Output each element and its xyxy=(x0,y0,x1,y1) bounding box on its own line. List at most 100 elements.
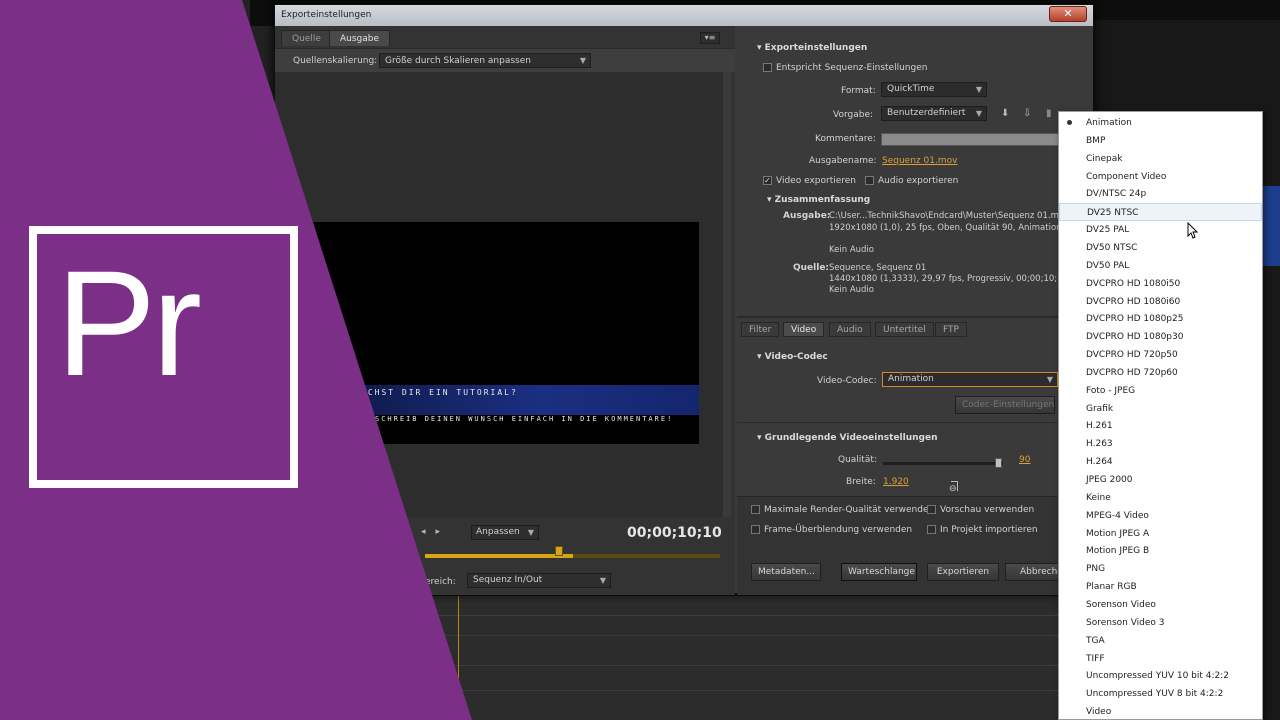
format-label: Format: xyxy=(841,86,876,96)
range-select-value: Sequenz In/Out xyxy=(473,575,543,585)
chevron-down-icon: ▼ xyxy=(975,109,982,118)
match-sequence-checkbox[interactable]: Entspricht Sequenz-Einstellungen xyxy=(763,63,927,73)
codec-select[interactable]: Animation ▼ xyxy=(882,372,1058,387)
codec-option[interactable]: Planar RGB xyxy=(1059,578,1262,596)
codec-option[interactable]: Component Video xyxy=(1059,168,1262,186)
codec-option[interactable]: DVCPRO HD 1080p30 xyxy=(1059,328,1262,346)
panel-menu-icon[interactable]: ▾≡ xyxy=(700,32,720,44)
export-button[interactable]: Exportieren xyxy=(927,563,999,581)
delete-preset-icon[interactable]: ▮ xyxy=(1046,108,1052,119)
quality-slider-track[interactable] xyxy=(883,462,1003,465)
export-section-title[interactable]: ▾ Exporteinstellungen xyxy=(757,43,867,53)
preset-value: Benutzerdefiniert xyxy=(887,108,966,118)
tab-video[interactable]: Video xyxy=(783,322,825,337)
output-summary-label: Ausgabe: xyxy=(783,211,831,221)
codec-option[interactable]: Animation xyxy=(1059,114,1262,132)
export-video-checkbox[interactable]: ✓ Video exportieren xyxy=(763,176,856,186)
codec-option[interactable]: Grafik xyxy=(1059,400,1262,418)
codec-option[interactable]: DVCPRO HD 1080i60 xyxy=(1059,293,1262,311)
tab-filter[interactable]: Filter xyxy=(741,322,780,337)
checkbox-box xyxy=(763,63,772,72)
preview-checkbox[interactable]: Vorschau verwenden xyxy=(927,505,1034,515)
codec-option[interactable]: DV50 PAL xyxy=(1059,257,1262,275)
codec-option[interactable]: MPEG-4 Video xyxy=(1059,507,1262,525)
codec-option[interactable]: TIFF xyxy=(1059,650,1262,668)
max-render-checkbox[interactable]: Maximale Render-Qualität verwenden xyxy=(751,505,934,515)
checkbox-box xyxy=(751,525,760,534)
tab-audio[interactable]: Audio xyxy=(829,322,871,337)
fit-select[interactable]: Anpassen ▼ xyxy=(471,525,539,540)
codec-option[interactable]: Sorenson Video 3 xyxy=(1059,614,1262,632)
width-value[interactable]: 1.920 xyxy=(883,477,909,487)
codec-option[interactable]: JPEG 2000 xyxy=(1059,471,1262,489)
selected-dot-icon xyxy=(1067,120,1072,125)
codec-option[interactable]: BMP xyxy=(1059,132,1262,150)
checkbox-box xyxy=(927,505,936,514)
codec-option[interactable]: Cinepak xyxy=(1059,150,1262,168)
codec-option[interactable]: Sorenson Video xyxy=(1059,596,1262,614)
codec-option[interactable]: H.261 xyxy=(1059,417,1262,435)
codec-option[interactable]: PNG xyxy=(1059,560,1262,578)
codec-option[interactable]: Uncompressed YUV 8 bit 4:2:2 xyxy=(1059,685,1262,703)
preset-select[interactable]: Benutzerdefiniert ▼ xyxy=(881,106,987,121)
output-summary-line2: 1920x1080 (1,0), 25 fps, Oben, Qualität … xyxy=(829,223,1062,233)
chevron-down-icon: ▼ xyxy=(579,56,586,65)
comments-label: Kommentare: xyxy=(815,134,876,144)
basic-settings-title[interactable]: ▾ Grundlegende Videoeinstellungen xyxy=(757,433,937,443)
tab-untertitel[interactable]: Untertitel xyxy=(875,322,934,337)
import-preset-icon[interactable]: ⇩ xyxy=(1023,108,1031,119)
quality-label: Qualität: xyxy=(838,455,877,465)
premiere-logo-text: Pr xyxy=(56,239,202,407)
timecode: 00;00;10;10 xyxy=(627,525,722,541)
export-audio-checkbox[interactable]: Audio exportieren xyxy=(865,176,958,186)
output-summary-line1: C:\User...TechnikShavo\Endcard\Muster\Se… xyxy=(829,211,1059,221)
codec-option[interactable]: TGA xyxy=(1059,632,1262,650)
codec-label: Video-Codec: xyxy=(817,376,877,386)
codec-option[interactable]: DVCPRO HD 1080p25 xyxy=(1059,310,1262,328)
codec-settings-button[interactable]: Codec-Einstellungen xyxy=(955,396,1055,414)
settings-pane: ▾ Exporteinstellungen Entspricht Sequenz… xyxy=(737,26,1093,595)
import-project-checkbox[interactable]: In Projekt importieren xyxy=(927,525,1038,535)
codec-option[interactable]: DV25 NTSC xyxy=(1059,203,1262,222)
codec-option[interactable]: DV25 PAL xyxy=(1059,221,1262,239)
chevron-down-icon: ▼ xyxy=(975,85,982,94)
quality-value[interactable]: 90 xyxy=(1019,455,1030,465)
codec-option[interactable]: H.264 xyxy=(1059,453,1262,471)
queue-button[interactable]: Warteschlange xyxy=(841,563,917,581)
save-preset-icon[interactable]: ⬇ xyxy=(1001,108,1009,119)
link-icon[interactable]: ⊖ xyxy=(949,484,957,494)
codec-option[interactable]: DVCPRO HD 720p50 xyxy=(1059,346,1262,364)
checkbox-box: ✓ xyxy=(763,176,772,185)
codec-option[interactable]: DVCPRO HD 1080i50 xyxy=(1059,275,1262,293)
summary-section-title[interactable]: ▾ Zusammenfassung xyxy=(767,195,870,205)
playhead-handle[interactable] xyxy=(555,546,563,556)
chevron-down-icon: ▼ xyxy=(527,528,534,537)
range-select[interactable]: Sequenz In/Out ▼ xyxy=(467,573,611,588)
preview-scrollbar[interactable] xyxy=(723,72,731,517)
codec-option[interactable]: Keine xyxy=(1059,489,1262,507)
codec-option[interactable]: Video xyxy=(1059,703,1262,720)
codec-value: Animation xyxy=(888,374,934,384)
codec-option[interactable]: H.263 xyxy=(1059,435,1262,453)
metadata-button[interactable]: Metadaten... xyxy=(751,563,821,581)
frame-blend-checkbox[interactable]: Frame-Überblendung verwenden xyxy=(751,525,912,535)
codec-option[interactable]: Uncompressed YUV 10 bit 4:2:2 xyxy=(1059,667,1262,685)
format-select[interactable]: QuickTime ▼ xyxy=(881,82,987,97)
checkbox-box xyxy=(927,525,936,534)
codec-option[interactable]: Foto - JPEG xyxy=(1059,382,1262,400)
quality-slider-thumb[interactable] xyxy=(995,458,1002,468)
comments-input[interactable] xyxy=(881,133,1061,146)
fit-select-value: Anpassen xyxy=(476,527,520,537)
codec-section-title[interactable]: ▾ Video-Codec xyxy=(757,352,828,362)
close-button[interactable]: ✕ xyxy=(1049,6,1087,22)
codec-option[interactable]: DVCPRO HD 720p60 xyxy=(1059,364,1262,382)
output-name-link[interactable]: Sequenz 01.mov xyxy=(882,156,957,166)
codec-option[interactable]: Motion JPEG B xyxy=(1059,542,1262,560)
output-summary-line3: Kein Audio xyxy=(829,245,874,255)
codec-option[interactable]: DV/NTSC 24p xyxy=(1059,185,1262,203)
preset-label: Vorgabe: xyxy=(833,110,874,120)
codec-option[interactable]: Motion JPEG A xyxy=(1059,525,1262,543)
codec-option[interactable]: DV50 NTSC xyxy=(1059,239,1262,257)
format-value: QuickTime xyxy=(887,84,935,94)
tab-ftp[interactable]: FTP xyxy=(935,322,967,337)
